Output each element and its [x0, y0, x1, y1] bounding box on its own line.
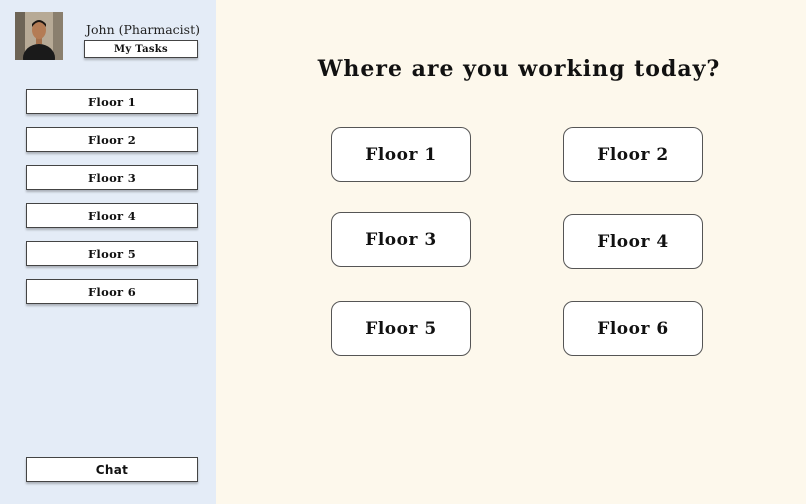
- floor-3-card[interactable]: Floor 3: [331, 212, 471, 267]
- chat-button[interactable]: Chat: [26, 457, 198, 482]
- floor-5-card[interactable]: Floor 5: [331, 301, 471, 356]
- floor-6-card[interactable]: Floor 6: [563, 301, 703, 356]
- floor-1-card[interactable]: Floor 1: [331, 127, 471, 182]
- sidebar-floor-3-button[interactable]: Floor 3: [26, 165, 198, 190]
- avatar: [15, 12, 63, 60]
- floor-2-card[interactable]: Floor 2: [563, 127, 703, 182]
- sidebar: John (Pharmacist) My Tasks Floor 1 Floor…: [0, 0, 216, 504]
- sidebar-floor-5-button[interactable]: Floor 5: [26, 241, 198, 266]
- sidebar-floor-6-button[interactable]: Floor 6: [26, 279, 198, 304]
- user-name: John (Pharmacist): [86, 22, 200, 37]
- page-title: Where are you working today?: [317, 56, 721, 82]
- my-tasks-button[interactable]: My Tasks: [84, 40, 198, 58]
- sidebar-floor-1-button[interactable]: Floor 1: [26, 89, 198, 114]
- floor-4-card[interactable]: Floor 4: [563, 214, 703, 269]
- sidebar-floor-2-button[interactable]: Floor 2: [26, 127, 198, 152]
- sidebar-floor-4-button[interactable]: Floor 4: [26, 203, 198, 228]
